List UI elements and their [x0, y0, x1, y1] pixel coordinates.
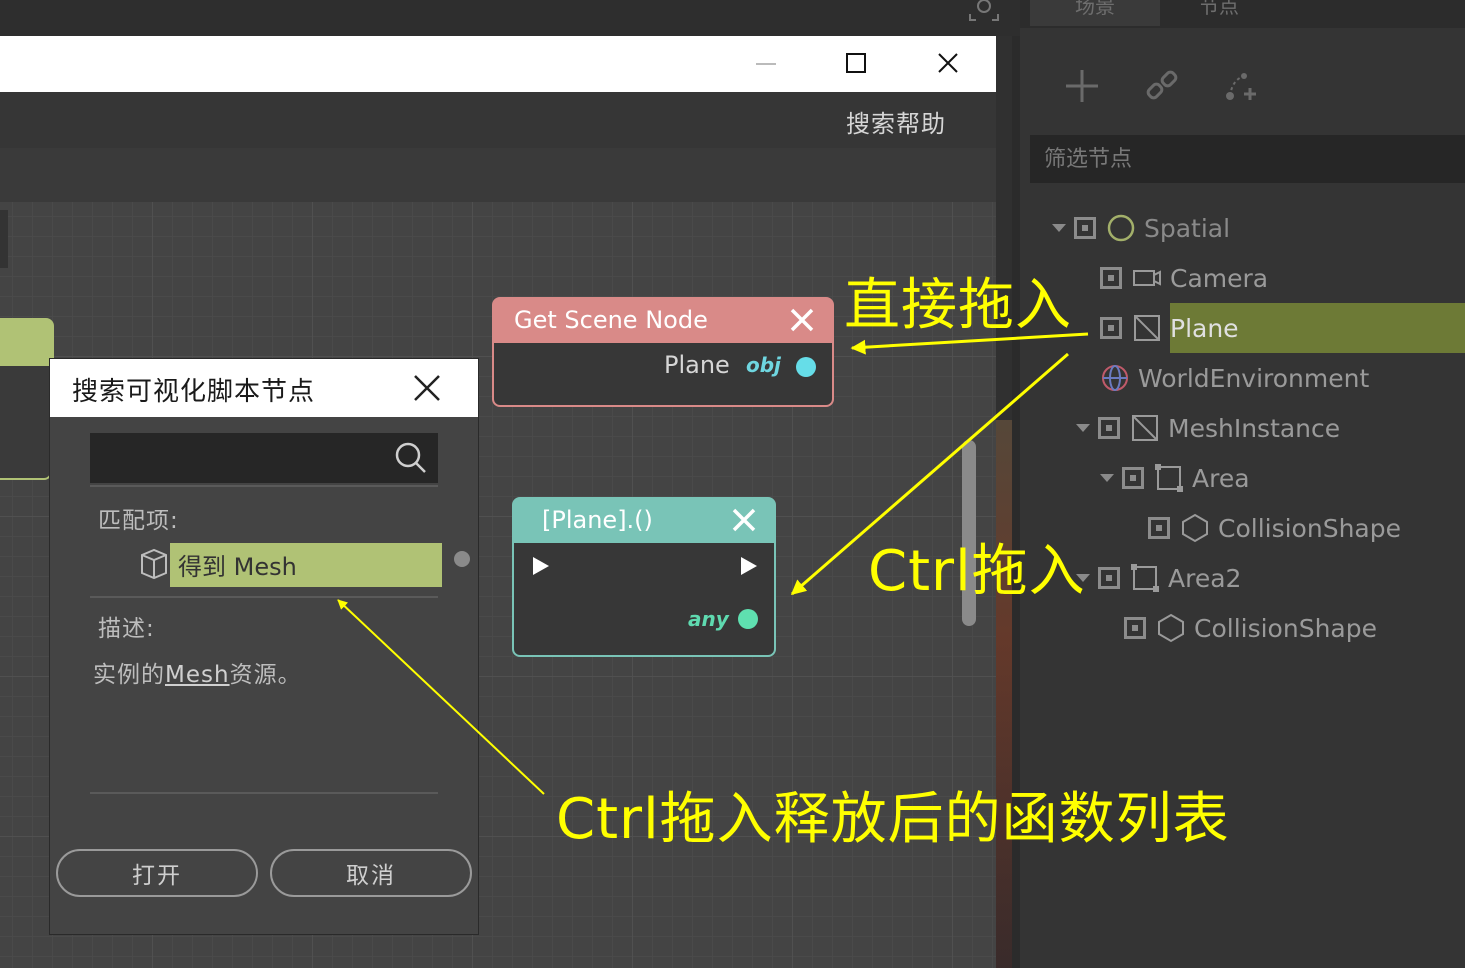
divider [90, 596, 438, 598]
tree-row-world-environment[interactable]: WorldEnvironment [1100, 356, 1369, 400]
tree-label: Spatial [1144, 213, 1231, 243]
area-icon [1155, 464, 1183, 492]
port-label: Plane [664, 351, 730, 379]
divider [90, 485, 438, 487]
mesh-instance-icon [1134, 315, 1160, 341]
port-type-badge: obj [746, 353, 781, 377]
close-icon[interactable] [788, 306, 816, 334]
editor-top-strip [0, 0, 1020, 36]
tree-row-collision-shape[interactable]: CollisionShape [1148, 506, 1401, 550]
output-port[interactable] [796, 357, 816, 377]
search-icon[interactable] [394, 441, 428, 475]
search-visual-script-dialog: 搜索可视化脚本节点 匹配项: 得到 Mesh 描述: 实例的Mesh资源。 打开… [50, 359, 478, 934]
close-icon[interactable] [730, 506, 758, 534]
visibility-icon[interactable] [1098, 417, 1120, 439]
output-port[interactable] [738, 609, 758, 629]
collision-shape-icon [1182, 513, 1208, 543]
tree-label: MeshInstance [1168, 413, 1341, 443]
tree-row-spatial[interactable]: Spatial [1052, 206, 1230, 250]
close-icon[interactable] [412, 373, 442, 403]
annotation-ctrl-drag: Ctrl拖入 [868, 539, 1086, 604]
plane-call-node[interactable]: [Plane].() any [512, 497, 776, 657]
tree-row-mesh-instance[interactable]: MeshInstance [1076, 406, 1340, 450]
open-button[interactable]: 打开 [56, 849, 258, 897]
partial-node-body[interactable] [0, 364, 52, 480]
minimize-icon[interactable] [736, 36, 796, 92]
matches-label: 匹配项: [98, 508, 179, 534]
add-node-icon[interactable] [1062, 66, 1102, 106]
visibility-icon[interactable] [1148, 517, 1170, 539]
tree-row-collision-shape-2[interactable]: CollisionShape [1124, 606, 1377, 650]
tree-row-area2[interactable]: Area2 [1076, 556, 1241, 600]
tree-label: Area [1192, 463, 1250, 493]
tree-label: CollisionShape [1194, 613, 1377, 643]
maximize-icon[interactable] [826, 36, 886, 92]
instance-scene-icon[interactable] [1220, 66, 1260, 106]
tab-scene[interactable]: 场景 [1030, 0, 1160, 26]
link-icon[interactable] [1142, 66, 1182, 106]
result-indicator [454, 551, 470, 567]
node-title[interactable]: Get Scene Node [492, 297, 834, 343]
node-body: any [512, 543, 776, 657]
description-text: 实例的Mesh资源。 [93, 662, 302, 688]
tree-label: CollisionShape [1218, 513, 1401, 543]
search-input[interactable] [90, 433, 380, 483]
area-icon [1131, 564, 1159, 592]
spatial-icon [1107, 214, 1135, 242]
visibility-icon[interactable] [1122, 467, 1144, 489]
result-item-label[interactable]: 得到 Mesh [178, 547, 297, 582]
viewport-sliver [996, 420, 1012, 968]
port-type-badge: any [688, 607, 729, 631]
visibility-icon[interactable] [1074, 217, 1096, 239]
collision-shape-icon [1158, 613, 1184, 643]
dialog-header: 搜索可视化脚本节点 [50, 359, 478, 417]
visibility-icon[interactable] [1098, 567, 1120, 589]
canvas-panel-edge [0, 210, 8, 268]
camera-icon [1133, 270, 1161, 286]
world-environment-icon [1102, 365, 1128, 391]
sequence-in-icon[interactable] [530, 555, 552, 577]
tree-label: WorldEnvironment [1138, 363, 1370, 393]
visibility-icon[interactable] [1124, 617, 1146, 639]
graph-toolbar [0, 148, 996, 202]
mesh-link[interactable]: Mesh [165, 662, 230, 688]
mesh-instance-icon [1132, 415, 1158, 441]
search-field[interactable] [90, 433, 438, 483]
mesh-resource-icon [141, 548, 167, 580]
annotation-ctrl-release-list: Ctrl拖入释放后的函数列表 [556, 787, 1230, 852]
tree-label: Plane [1170, 313, 1239, 343]
window-menubar: 搜索帮助 [0, 92, 996, 148]
tree-row-plane[interactable]: Plane [1100, 306, 1239, 350]
visibility-icon[interactable] [1100, 267, 1122, 289]
tree-label: Area2 [1168, 563, 1242, 593]
cancel-button[interactable]: 取消 [270, 849, 472, 897]
filter-nodes-input[interactable] [1030, 135, 1465, 183]
tab-node[interactable]: 节点 [1154, 0, 1284, 26]
dialog-title: 搜索可视化脚本节点 [72, 377, 316, 407]
collapse-arrow-icon[interactable] [1076, 424, 1090, 432]
dock-tabs: 场景 节点 [1020, 0, 1465, 28]
find-icon[interactable] [966, 0, 1002, 24]
partial-node-header[interactable] [0, 318, 54, 364]
visibility-icon[interactable] [1100, 317, 1122, 339]
get-scene-node[interactable]: Get Scene Node Plane obj [492, 297, 834, 407]
tree-row-camera[interactable]: Camera [1100, 256, 1268, 300]
tree-label: Camera [1170, 263, 1269, 293]
close-icon[interactable] [918, 36, 978, 92]
sequence-out-icon[interactable] [738, 555, 760, 577]
collapse-arrow-icon[interactable] [1052, 224, 1066, 232]
tree-row-area[interactable]: Area [1100, 456, 1250, 500]
divider [90, 792, 438, 794]
annotation-direct-drag: 直接拖入 [844, 273, 1072, 338]
search-help-link[interactable]: 搜索帮助 [846, 104, 946, 139]
description-label: 描述: [98, 616, 155, 642]
node-body: Plane obj [492, 343, 834, 407]
window-titlebar [0, 36, 996, 92]
collapse-arrow-icon[interactable] [1100, 474, 1114, 482]
